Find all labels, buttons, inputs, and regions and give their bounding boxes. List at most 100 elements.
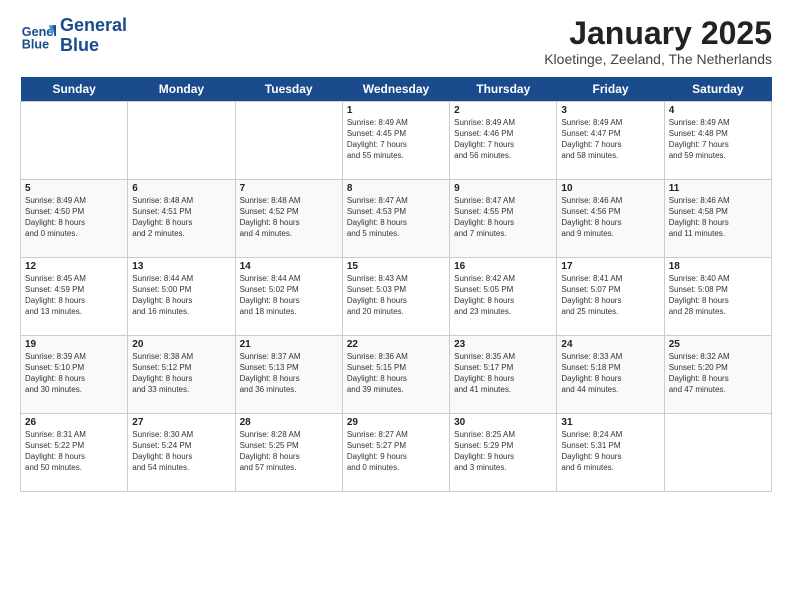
day-info: Sunrise: 8:37 AM Sunset: 5:13 PM Dayligh… [240, 352, 338, 395]
day-number: 5 [25, 183, 123, 194]
day-number: 16 [454, 261, 552, 272]
day-number: 8 [347, 183, 445, 194]
header-saturday: Saturday [664, 77, 771, 102]
day-number: 20 [132, 339, 230, 350]
svg-text:Blue: Blue [22, 37, 49, 51]
calendar-cell [664, 414, 771, 492]
day-info: Sunrise: 8:47 AM Sunset: 4:53 PM Dayligh… [347, 196, 445, 239]
day-info: Sunrise: 8:48 AM Sunset: 4:52 PM Dayligh… [240, 196, 338, 239]
day-info: Sunrise: 8:44 AM Sunset: 5:00 PM Dayligh… [132, 274, 230, 317]
calendar-cell: 24 Sunrise: 8:33 AM Sunset: 5:18 PM Dayli… [557, 336, 664, 414]
day-number: 17 [561, 261, 659, 272]
logo-line1: General [60, 15, 127, 35]
calendar-subtitle: Kloetinge, Zeeland, The Netherlands [544, 51, 772, 67]
calendar-cell: 26 Sunrise: 8:31 AM Sunset: 5:22 PM Dayli… [21, 414, 128, 492]
day-number: 2 [454, 105, 552, 116]
day-info: Sunrise: 8:28 AM Sunset: 5:25 PM Dayligh… [240, 430, 338, 473]
calendar-cell: 18Sunrise: 8:40 AM Sunset: 5:08 PM Dayli… [664, 258, 771, 336]
day-number: 27 [132, 417, 230, 428]
week-row-2: 5 Sunrise: 8:49 AM Sunset: 4:50 PM Daylig… [21, 180, 772, 258]
day-info: Sunrise: 8:32 AM Sunset: 5:20 PM Dayligh… [669, 352, 767, 395]
day-number: 29 [347, 417, 445, 428]
logo-icon: General Blue [20, 18, 56, 54]
day-info: Sunrise: 8:31 AM Sunset: 5:22 PM Dayligh… [25, 430, 123, 473]
header-thursday: Thursday [450, 77, 557, 102]
day-number: 3 [561, 105, 659, 116]
header-tuesday: Tuesday [235, 77, 342, 102]
day-number: 22 [347, 339, 445, 350]
day-info: Sunrise: 8:30 AM Sunset: 5:24 PM Dayligh… [132, 430, 230, 473]
calendar-table: Sunday Monday Tuesday Wednesday Thursday… [20, 77, 772, 492]
week-row-1: 1 Sunrise: 8:49 AM Sunset: 4:45 PM Daylig… [21, 102, 772, 180]
header-friday: Friday [557, 77, 664, 102]
day-info: Sunrise: 8:49 AM Sunset: 4:46 PM Dayligh… [454, 118, 552, 161]
day-info: Sunrise: 8:48 AM Sunset: 4:51 PM Dayligh… [132, 196, 230, 239]
calendar-cell: 14 Sunrise: 8:44 AM Sunset: 5:02 PM Dayli… [235, 258, 342, 336]
calendar-cell: 13 Sunrise: 8:44 AM Sunset: 5:00 PM Dayli… [128, 258, 235, 336]
calendar-cell: 25 Sunrise: 8:32 AM Sunset: 5:20 PM Dayli… [664, 336, 771, 414]
calendar-cell [235, 102, 342, 180]
calendar-cell: 11Sunrise: 8:46 AM Sunset: 4:58 PM Dayli… [664, 180, 771, 258]
calendar-cell: 2 Sunrise: 8:49 AM Sunset: 4:46 PM Daylig… [450, 102, 557, 180]
day-number: 23 [454, 339, 552, 350]
logo: General Blue General Blue [20, 16, 127, 56]
day-info: Sunrise: 8:42 AM Sunset: 5:05 PM Dayligh… [454, 274, 552, 317]
header-sunday: Sunday [21, 77, 128, 102]
header-row: Sunday Monday Tuesday Wednesday Thursday… [21, 77, 772, 102]
logo-line2: Blue [60, 35, 99, 55]
calendar-cell [128, 102, 235, 180]
day-info: Sunrise: 8:40 AM Sunset: 5:08 PM Dayligh… [669, 274, 767, 317]
day-number: 4 [669, 105, 767, 116]
day-info: Sunrise: 8:25 AM Sunset: 5:29 PM Dayligh… [454, 430, 552, 473]
day-info: Sunrise: 8:46 AM Sunset: 4:56 PM Dayligh… [561, 196, 659, 239]
calendar-cell: 29 Sunrise: 8:27 AM Sunset: 5:27 PM Dayli… [342, 414, 449, 492]
day-number: 21 [240, 339, 338, 350]
calendar-cell: 16 Sunrise: 8:42 AM Sunset: 5:05 PM Dayli… [450, 258, 557, 336]
day-info: Sunrise: 8:43 AM Sunset: 5:03 PM Dayligh… [347, 274, 445, 317]
calendar-cell: 12Sunrise: 8:45 AM Sunset: 4:59 PM Dayli… [21, 258, 128, 336]
day-number: 19 [25, 339, 123, 350]
day-info: Sunrise: 8:41 AM Sunset: 5:07 PM Dayligh… [561, 274, 659, 317]
calendar-cell: 15Sunrise: 8:43 AM Sunset: 5:03 PM Dayli… [342, 258, 449, 336]
day-number: 28 [240, 417, 338, 428]
day-number: 25 [669, 339, 767, 350]
day-info: Sunrise: 8:49 AM Sunset: 4:50 PM Dayligh… [25, 196, 123, 239]
header-monday: Monday [128, 77, 235, 102]
day-number: 30 [454, 417, 552, 428]
calendar-cell: 3 Sunrise: 8:49 AM Sunset: 4:47 PM Daylig… [557, 102, 664, 180]
week-row-4: 19 Sunrise: 8:39 AM Sunset: 5:10 PM Dayli… [21, 336, 772, 414]
title-block: January 2025 Kloetinge, Zeeland, The Net… [544, 16, 772, 67]
day-info: Sunrise: 8:49 AM Sunset: 4:47 PM Dayligh… [561, 118, 659, 161]
day-info: Sunrise: 8:33 AM Sunset: 5:18 PM Dayligh… [561, 352, 659, 395]
day-info: Sunrise: 8:44 AM Sunset: 5:02 PM Dayligh… [240, 274, 338, 317]
day-number: 24 [561, 339, 659, 350]
day-info: Sunrise: 8:39 AM Sunset: 5:10 PM Dayligh… [25, 352, 123, 395]
day-number: 31 [561, 417, 659, 428]
day-number: 14 [240, 261, 338, 272]
day-info: Sunrise: 8:36 AM Sunset: 5:15 PM Dayligh… [347, 352, 445, 395]
calendar-cell: 17 Sunrise: 8:41 AM Sunset: 5:07 PM Dayli… [557, 258, 664, 336]
logo-text: General Blue [60, 16, 127, 56]
calendar-cell: 1 Sunrise: 8:49 AM Sunset: 4:45 PM Daylig… [342, 102, 449, 180]
calendar-cell: 30 Sunrise: 8:25 AM Sunset: 5:29 PM Dayli… [450, 414, 557, 492]
day-info: Sunrise: 8:27 AM Sunset: 5:27 PM Dayligh… [347, 430, 445, 473]
header: General Blue General Blue January 2025 K… [20, 16, 772, 67]
day-number: 26 [25, 417, 123, 428]
day-number: 7 [240, 183, 338, 194]
day-number: 1 [347, 105, 445, 116]
calendar-cell [21, 102, 128, 180]
day-number: 11 [669, 183, 767, 194]
day-number: 10 [561, 183, 659, 194]
day-info: Sunrise: 8:38 AM Sunset: 5:12 PM Dayligh… [132, 352, 230, 395]
header-wednesday: Wednesday [342, 77, 449, 102]
calendar-cell: 28 Sunrise: 8:28 AM Sunset: 5:25 PM Dayli… [235, 414, 342, 492]
day-number: 13 [132, 261, 230, 272]
calendar-cell: 5 Sunrise: 8:49 AM Sunset: 4:50 PM Daylig… [21, 180, 128, 258]
calendar-cell: 21 Sunrise: 8:37 AM Sunset: 5:13 PM Dayli… [235, 336, 342, 414]
calendar-cell: 20 Sunrise: 8:38 AM Sunset: 5:12 PM Dayli… [128, 336, 235, 414]
day-info: Sunrise: 8:35 AM Sunset: 5:17 PM Dayligh… [454, 352, 552, 395]
calendar-cell: 31Sunrise: 8:24 AM Sunset: 5:31 PM Dayli… [557, 414, 664, 492]
week-row-5: 26 Sunrise: 8:31 AM Sunset: 5:22 PM Dayli… [21, 414, 772, 492]
day-info: Sunrise: 8:49 AM Sunset: 4:45 PM Dayligh… [347, 118, 445, 161]
calendar-cell: 19 Sunrise: 8:39 AM Sunset: 5:10 PM Dayli… [21, 336, 128, 414]
